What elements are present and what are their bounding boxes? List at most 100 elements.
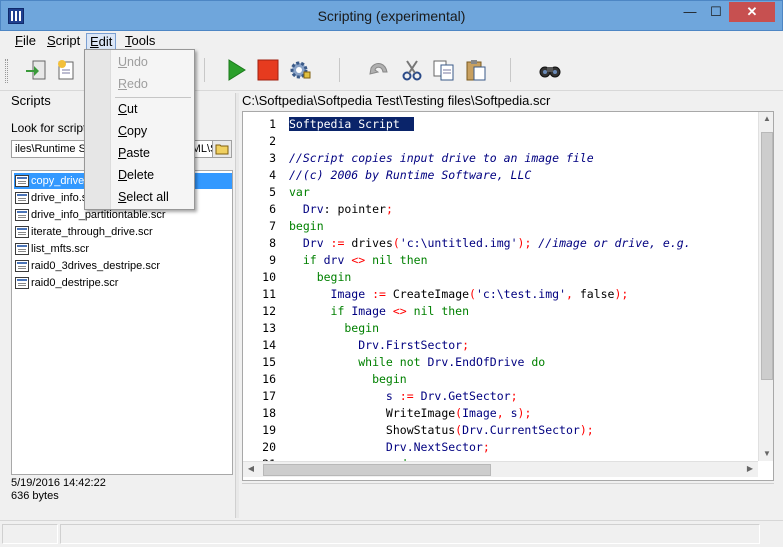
horizontal-scrollbar[interactable]: ◀ ▶ bbox=[243, 461, 758, 477]
code-line: begin bbox=[289, 269, 352, 286]
file-size: 636 bytes bbox=[11, 490, 59, 502]
code-token: : pointer bbox=[323, 202, 386, 216]
code-token: , bbox=[566, 287, 573, 301]
line-number: 9 bbox=[269, 253, 276, 267]
code-line: while not Drv.EndOfDrive do bbox=[289, 354, 545, 371]
line-number: 3 bbox=[269, 151, 276, 165]
menu-item-copy[interactable]: Copy bbox=[118, 121, 147, 141]
open-icon[interactable] bbox=[24, 58, 48, 82]
code-line: Drv := drives('c:\untitled.img'); //imag… bbox=[289, 235, 698, 252]
code-token: if bbox=[289, 304, 345, 318]
menu-file[interactable]: File bbox=[12, 33, 39, 50]
menu-item-select-all[interactable]: Select all bbox=[118, 187, 169, 207]
code-token: Drv.GetSector bbox=[413, 389, 511, 403]
code-token: begin bbox=[289, 219, 324, 233]
code-token: ); bbox=[517, 236, 532, 250]
stop-icon[interactable] bbox=[256, 58, 280, 82]
file-list-item[interactable]: raid0_destripe.scr bbox=[14, 275, 232, 291]
new-script-icon[interactable] bbox=[54, 58, 78, 82]
code-token: //image or drive, e.g. bbox=[531, 236, 698, 250]
code-text-area[interactable]: Softpedia Script //Script copies input d… bbox=[289, 112, 755, 461]
menu-edit-label: dit bbox=[98, 34, 113, 49]
code-line: if drv <> nil then bbox=[289, 252, 428, 269]
redo-label: edo bbox=[127, 77, 148, 91]
file-list-item[interactable]: iterate_through_drive.scr bbox=[14, 224, 232, 240]
scripts-file-list[interactable]: copy_drive.scr drive_info.scr drive_info… bbox=[11, 170, 233, 475]
menu-item-cut[interactable]: Cut bbox=[118, 99, 137, 119]
close-button[interactable]: ✕ bbox=[729, 2, 775, 22]
cut-icon[interactable] bbox=[400, 58, 424, 82]
maximize-button[interactable]: ☐ bbox=[703, 2, 729, 22]
code-token: begin bbox=[289, 372, 407, 386]
browse-folder-button[interactable] bbox=[212, 140, 232, 158]
menu-script[interactable]: Script bbox=[44, 33, 83, 50]
paste-icon[interactable] bbox=[464, 58, 488, 82]
find-binoculars-icon[interactable] bbox=[538, 58, 562, 82]
menu-item-redo[interactable]: Redo bbox=[118, 74, 148, 94]
panel-splitter[interactable] bbox=[235, 93, 239, 518]
line-number: 8 bbox=[269, 236, 276, 250]
menu-edit[interactable]: Edit bbox=[86, 33, 117, 50]
copy-mnemonic: C bbox=[118, 124, 128, 138]
undo-mnemonic: U bbox=[118, 55, 128, 69]
undo-icon[interactable] bbox=[367, 58, 391, 82]
code-token: begin bbox=[289, 270, 352, 284]
code-token: Drv.CurrentSector bbox=[462, 423, 580, 437]
scroll-down-arrow-icon[interactable]: ▼ bbox=[759, 449, 773, 458]
script-file-icon bbox=[15, 175, 29, 187]
settings-gear-icon[interactable] bbox=[288, 58, 312, 82]
line-number: 20 bbox=[262, 440, 276, 454]
code-token: Softpedia Script bbox=[289, 117, 414, 131]
code-token: nil then bbox=[406, 304, 470, 318]
script-file-icon bbox=[15, 226, 29, 238]
code-line: s := Drv.GetSector; bbox=[289, 388, 518, 405]
script-file-icon bbox=[15, 277, 29, 289]
code-token: //Script copies input drive to an image … bbox=[289, 151, 594, 165]
code-token: Drv.FirstSector bbox=[289, 338, 463, 352]
file-list-item-name: iterate_through_drive.scr bbox=[31, 226, 153, 238]
menu-item-delete[interactable]: Delete bbox=[118, 165, 154, 185]
code-token: := bbox=[372, 287, 386, 301]
line-number: 17 bbox=[262, 389, 276, 403]
code-token: ); bbox=[517, 406, 532, 420]
horizontal-scroll-thumb[interactable] bbox=[263, 464, 491, 476]
vertical-scrollbar[interactable]: ▲ ▼ bbox=[758, 112, 773, 461]
scroll-right-arrow-icon[interactable]: ▶ bbox=[742, 464, 758, 473]
code-token: ; bbox=[385, 202, 393, 216]
code-token: drv bbox=[316, 253, 352, 267]
status-cell bbox=[60, 524, 760, 544]
copy-icon[interactable] bbox=[432, 58, 456, 82]
code-token: Drv.EndOfDrive bbox=[420, 355, 532, 369]
code-token: <> bbox=[351, 253, 366, 267]
vertical-scroll-thumb[interactable] bbox=[761, 132, 773, 380]
status-cell bbox=[2, 524, 58, 544]
toolbar-grip[interactable] bbox=[5, 59, 8, 83]
scroll-up-arrow-icon[interactable]: ▲ bbox=[759, 114, 773, 123]
menu-tools[interactable]: Tools bbox=[122, 33, 158, 50]
run-icon[interactable] bbox=[224, 58, 248, 82]
menu-item-undo[interactable]: Undo bbox=[118, 52, 148, 72]
code-line: //(c) 2006 by Runtime Software, LLC bbox=[289, 167, 531, 184]
select-all-label: elect all bbox=[126, 190, 169, 204]
line-number: 2 bbox=[269, 134, 276, 148]
minimize-button[interactable]: — bbox=[677, 2, 703, 22]
folder-icon bbox=[215, 144, 229, 155]
code-line: if Image <> nil then bbox=[289, 303, 470, 320]
code-line: Drv: pointer; bbox=[289, 201, 393, 218]
file-list-item[interactable]: list_mfts.scr bbox=[14, 241, 232, 257]
code-token: , bbox=[496, 406, 504, 420]
scroll-left-arrow-icon[interactable]: ◀ bbox=[243, 464, 259, 473]
code-line: Drv.FirstSector; bbox=[289, 337, 469, 354]
toolbar-separator bbox=[339, 58, 340, 82]
code-editor[interactable]: 123456789101112131415161718192021 Softpe… bbox=[242, 111, 774, 481]
file-list-item-name: list_mfts.scr bbox=[31, 243, 90, 255]
menu-script-mnemonic: S bbox=[47, 33, 56, 48]
code-line: ShowStatus(Drv.CurrentSector); bbox=[289, 422, 594, 439]
code-token: if bbox=[289, 253, 317, 267]
menu-item-paste[interactable]: Paste bbox=[118, 143, 150, 163]
file-date: 5/19/2016 14:42:22 bbox=[11, 477, 106, 489]
code-line: Softpedia Script bbox=[289, 116, 414, 133]
code-line: //Script copies input drive to an image … bbox=[289, 150, 594, 167]
file-list-item[interactable]: raid0_3drives_destripe.scr bbox=[14, 258, 232, 274]
code-token: ( bbox=[469, 287, 476, 301]
